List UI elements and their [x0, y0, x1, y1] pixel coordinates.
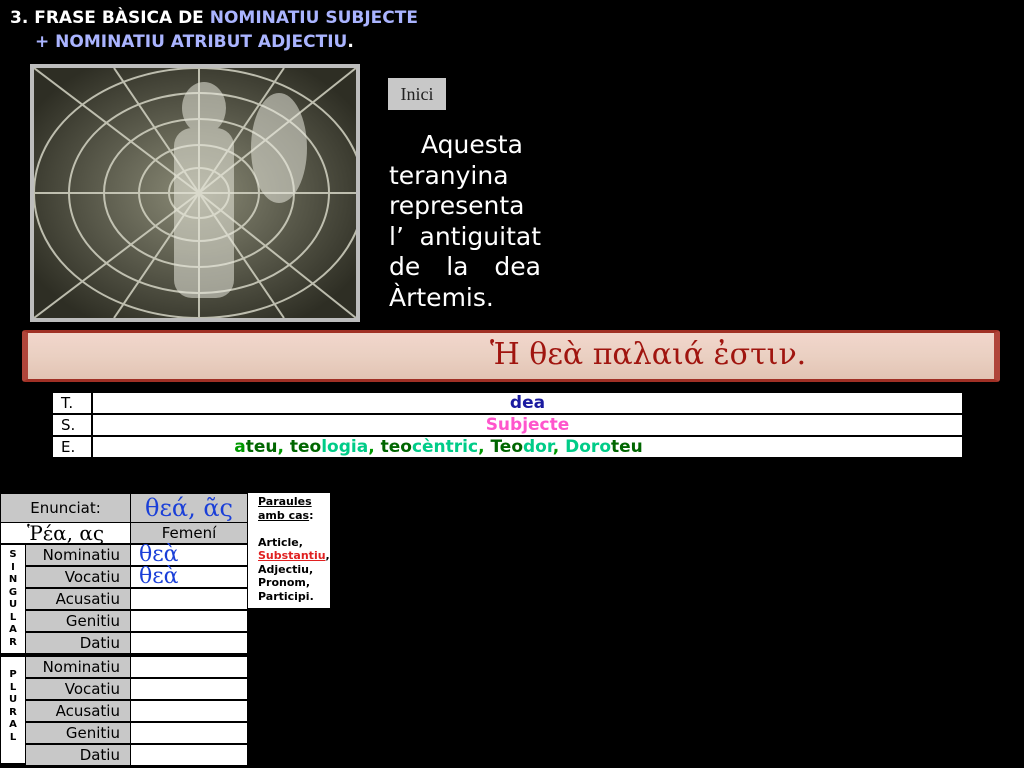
singular-form-input[interactable]: θεὰ [130, 566, 248, 588]
info-heading-line-2: amb cas: [258, 509, 330, 523]
tse-row-e: E. ateu, teologia, teocèntric, Teodor, D… [51, 435, 964, 459]
tse-value-e: ateu, teologia, teocèntric, Teodor, Doro… [91, 435, 964, 459]
singular-letter: U [8, 599, 18, 610]
plural-form-input[interactable] [130, 700, 248, 722]
info-item-adjectiu: Adjectiu, [258, 562, 314, 576]
title-line-2-highlight: + NOMINATIU ATRIBUT ADJECTIU [35, 32, 348, 52]
tse-table: T. dea S. Subjecte E. ateu, teologia, te… [51, 391, 964, 459]
tse-value-s: Subjecte [91, 413, 964, 437]
title-line-1-prefix: 3. FRASE BÀSICA DE [10, 8, 210, 28]
info-item-article: Article, [258, 535, 303, 549]
etymology-part: teu [245, 437, 278, 457]
info-item-substantiu-line: Substantiu, [258, 549, 330, 563]
page-title: 3. FRASE BÀSICA DE NOMINATIU SUBJECTE + … [10, 6, 418, 54]
plural-case-label: Genitiu [25, 722, 131, 744]
gender-label: Femení [130, 522, 248, 544]
singular-letter: R [9, 636, 17, 648]
etymology-part: , [277, 437, 290, 457]
info-heading-colon: : [309, 508, 314, 522]
etymology-part: dor [523, 437, 553, 457]
plural-case-label: Vocatiu [25, 678, 131, 700]
etymology-part: teu [611, 437, 643, 457]
etymology-words: ateu, teologia, teocèntric, Teodor, Doro… [234, 437, 643, 457]
singular-letter: N [8, 574, 18, 585]
tse-row-t: T. dea [51, 391, 964, 415]
plural-case-label: Nominatiu [25, 656, 131, 678]
etymology-part: , [552, 437, 566, 457]
etymology-part: Doro [565, 437, 611, 457]
tse-row-s: S. Subjecte [51, 413, 964, 437]
info-heading: Paraules [258, 495, 330, 509]
description-body: Aquesta teranyina representa l’ antiguit… [389, 130, 541, 312]
plural-case-label: Datiu [25, 744, 131, 766]
declension-model: Ῥέα, ας [0, 521, 131, 545]
plural-form-input[interactable] [130, 656, 248, 678]
singular-letter: L [9, 611, 17, 623]
singular-case-label: Acusatiu [25, 588, 131, 610]
singular-form-input[interactable] [130, 632, 248, 654]
title-line-2: + NOMINATIU ATRIBUT ADJECTIU. [10, 30, 418, 54]
etymology-part: teo [289, 437, 322, 457]
greek-sentence-scroll: Ἡ θεὰ παλαιά ἐστιν. [22, 330, 1000, 382]
info-item-pronom: Pronom, [258, 576, 311, 589]
tse-label-s: S. [51, 413, 93, 437]
singular-form-input[interactable] [130, 588, 248, 610]
singular-letter: G [8, 586, 18, 598]
plural-letter: R [9, 706, 17, 718]
info-item-comma: , [325, 549, 330, 562]
singular-letter: S [9, 549, 17, 560]
plural-label: PLURAL [0, 656, 26, 764]
plural-form-input[interactable] [130, 678, 248, 700]
title-line-1: 3. FRASE BÀSICA DE NOMINATIU SUBJECTE [10, 6, 418, 30]
etymology-part: Teo [490, 437, 524, 457]
plural-letter: L [9, 731, 17, 743]
title-line-1-highlight: NOMINATIU SUBJECTE [209, 8, 418, 28]
spiderweb-image-frame [30, 64, 360, 322]
tse-value-t: dea [91, 391, 964, 415]
description-text: Aquesta teranyina representa l’ antiguit… [389, 130, 541, 313]
plural-letter: A [9, 719, 17, 730]
info-heading-1: Paraules [258, 495, 312, 508]
etymology-part: logia [321, 437, 369, 457]
singular-letter: A [9, 624, 17, 635]
singular-form-input[interactable] [130, 610, 248, 632]
etymology-part: teo [380, 437, 412, 457]
title-line-2-suffix: . [347, 32, 354, 52]
etymology-part: cèntric [411, 437, 479, 457]
spiderweb-statue-image [34, 68, 356, 318]
plural-letter: P [9, 669, 17, 680]
plural-case-label: Acusatiu [25, 700, 131, 722]
enunciat-value: θεά, ᾶς [130, 493, 248, 523]
singular-case-label: Genitiu [25, 610, 131, 632]
info-item-substantiu: Substantiu [258, 549, 326, 562]
tse-label-t: T. [51, 391, 93, 415]
info-heading-2: amb cas [258, 508, 310, 522]
spiderweb-icon [34, 68, 356, 318]
info-item-participi: Participi. [258, 589, 314, 603]
singular-letter: I [11, 561, 15, 573]
plural-letter: L [9, 681, 17, 693]
info-box: Paraules amb cas: Article, Substantiu, A… [248, 493, 330, 608]
singular-case-label: Nominatiu [25, 544, 131, 566]
etymology-part: , [478, 437, 491, 457]
singular-case-label: Datiu [25, 632, 131, 654]
enunciat-label: Enunciat: [0, 493, 131, 523]
singular-label: SINGULAR [0, 544, 26, 654]
singular-form-input[interactable]: θεὰ [130, 544, 248, 566]
etymology-part: a [234, 437, 246, 457]
singular-case-label: Vocatiu [25, 566, 131, 588]
etymology-part: , [368, 437, 381, 457]
inici-button[interactable]: Inici [388, 78, 446, 110]
plural-letter: U [8, 694, 18, 705]
plural-form-input[interactable] [130, 722, 248, 744]
greek-sentence: Ἡ θεὰ παλαιά ἐστιν. [490, 337, 807, 372]
tse-label-e: E. [51, 435, 93, 459]
plural-form-input[interactable] [130, 744, 248, 766]
